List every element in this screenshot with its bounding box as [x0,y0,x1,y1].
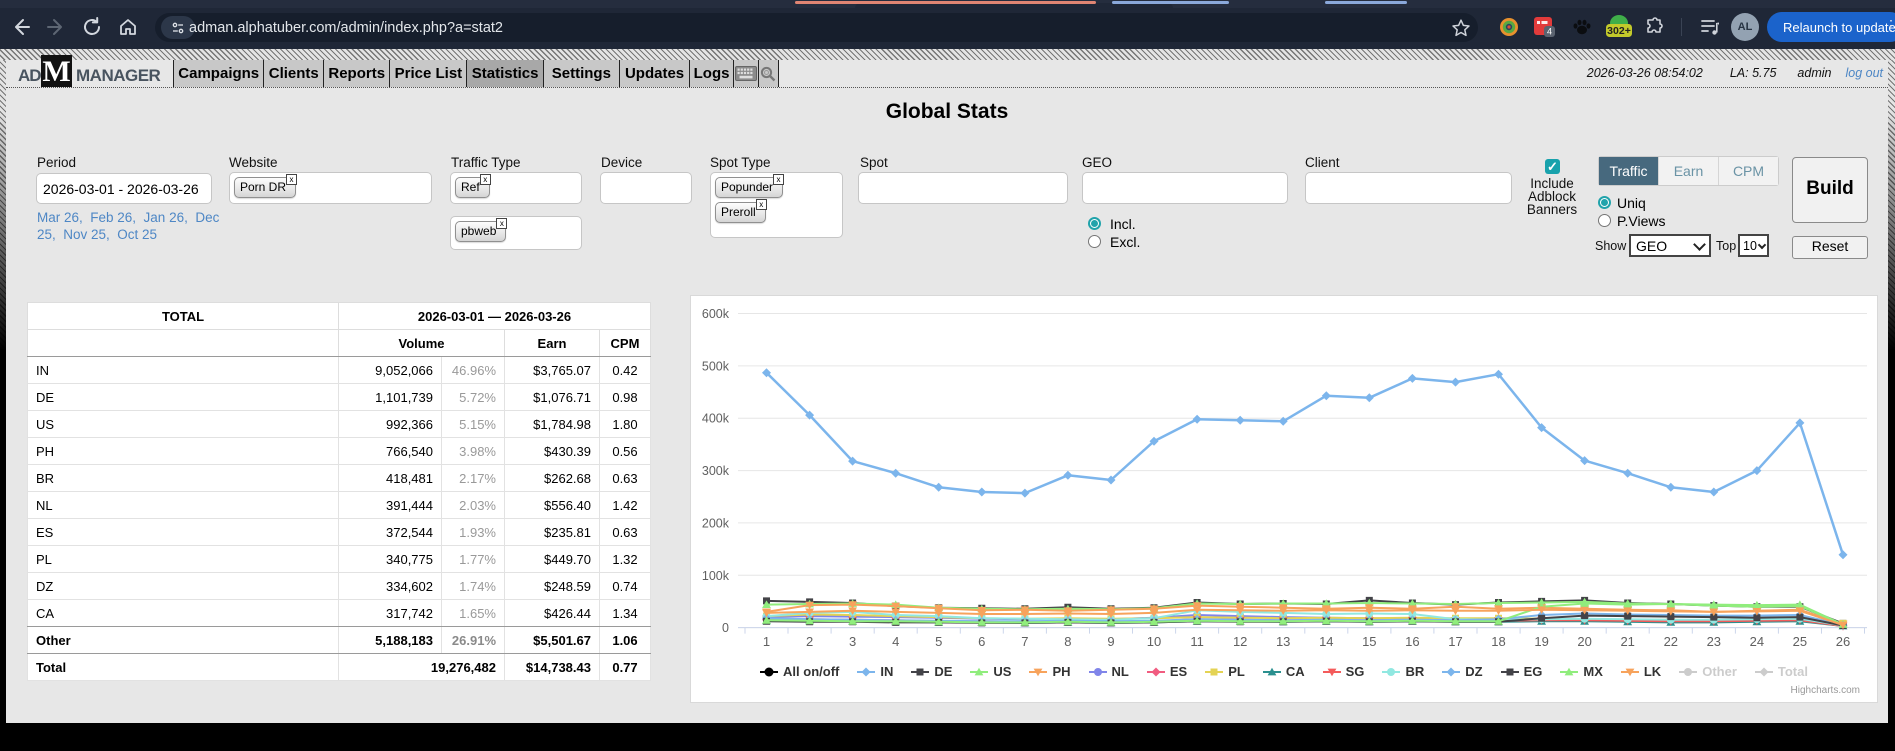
svg-text:4: 4 [892,634,899,649]
svg-text:5: 5 [935,634,942,649]
svg-text:12: 12 [1233,634,1247,649]
svg-text:1: 1 [763,634,770,649]
svg-text:7: 7 [1021,634,1028,649]
svg-text:6: 6 [978,634,985,649]
svg-text:21: 21 [1620,634,1634,649]
svg-text:11: 11 [1190,634,1204,649]
svg-text:13: 13 [1276,634,1290,649]
svg-text:100k: 100k [702,569,730,583]
svg-text:500k: 500k [702,359,730,373]
svg-text:20: 20 [1577,634,1591,649]
svg-text:15: 15 [1362,634,1376,649]
svg-text:26: 26 [1836,634,1850,649]
svg-text:2: 2 [806,634,813,649]
svg-text:400k: 400k [702,412,730,426]
svg-text:14: 14 [1319,634,1333,649]
svg-text:10: 10 [1147,634,1161,649]
svg-text:23: 23 [1707,634,1721,649]
svg-text:9: 9 [1107,634,1114,649]
svg-text:3: 3 [849,634,856,649]
svg-text:300k: 300k [702,464,730,478]
svg-text:25: 25 [1793,634,1807,649]
svg-text:22: 22 [1664,634,1678,649]
svg-text:600k: 600k [702,307,730,321]
svg-text:17: 17 [1448,634,1462,649]
svg-text:200k: 200k [702,516,730,530]
svg-text:19: 19 [1534,634,1548,649]
svg-text:24: 24 [1750,634,1764,649]
svg-text:0: 0 [722,621,729,635]
svg-text:302+: 302+ [1607,25,1631,37]
svg-text:4: 4 [1547,27,1552,37]
svg-text:8: 8 [1064,634,1071,649]
svg-text:16: 16 [1405,634,1419,649]
svg-text:18: 18 [1491,634,1505,649]
